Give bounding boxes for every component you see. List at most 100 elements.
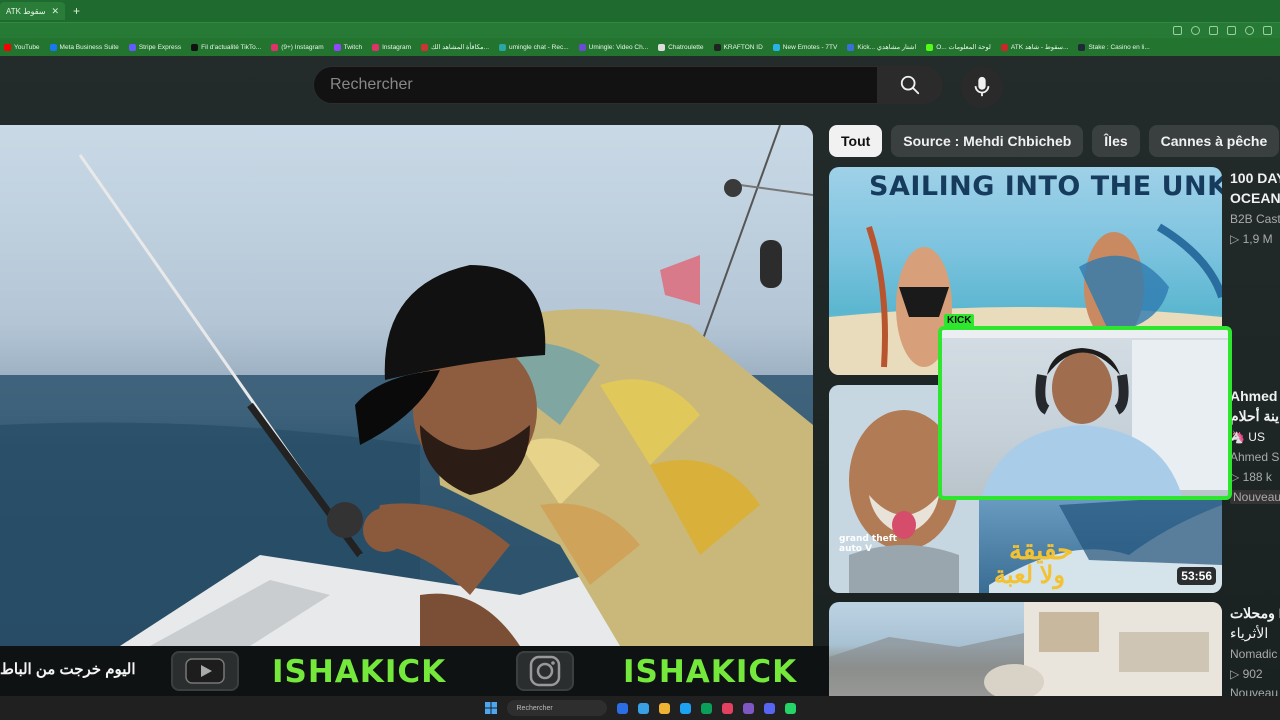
video-player[interactable] bbox=[0, 125, 813, 646]
webcam-scene bbox=[942, 330, 1228, 496]
thumbnail-art bbox=[829, 602, 1222, 696]
bookmark-label: (9+) Instagram bbox=[281, 43, 324, 51]
view-count: ▷ 902 bbox=[1230, 667, 1263, 681]
bookmark-item[interactable]: Fil d'actualité TikTo... bbox=[191, 43, 262, 51]
thumbnail-caption-line2: ولا لعبة bbox=[994, 562, 1065, 589]
voice-search-button[interactable] bbox=[961, 66, 1003, 108]
chip-fishing-rods[interactable]: Cannes à pêche bbox=[1148, 125, 1280, 157]
bookmark-favicon-icon bbox=[128, 43, 136, 51]
bookmark-favicon-icon bbox=[847, 43, 855, 51]
bookmark-label: مكافأة المشاهد الك... bbox=[431, 44, 490, 51]
chip-source[interactable]: Source : Mehdi Chbicheb bbox=[891, 125, 1084, 157]
search-input[interactable]: Rechercher bbox=[313, 66, 878, 104]
youtube-icon bbox=[185, 658, 225, 684]
bookmark-item[interactable]: O... لوحة المعلومات bbox=[926, 43, 991, 51]
bookmark-favicon-icon bbox=[372, 43, 380, 51]
channel-name[interactable]: Nomadic bbox=[1230, 647, 1277, 661]
channel-badge: 🦄 US bbox=[1230, 430, 1265, 444]
channel-name[interactable]: B2B Cast bbox=[1230, 212, 1280, 226]
bookmark-favicon-icon bbox=[658, 43, 666, 51]
bookmark-label: YouTube bbox=[14, 43, 40, 51]
video-title[interactable]: Ahmed bbox=[1230, 388, 1277, 404]
taskbar-app-icon[interactable] bbox=[637, 702, 649, 714]
profile-icon[interactable] bbox=[1245, 26, 1254, 35]
bookmark-favicon-icon bbox=[772, 43, 780, 51]
bookmark-label: Twitch bbox=[343, 43, 363, 51]
bookmark-favicon-icon bbox=[713, 43, 721, 51]
taskbar-app-icon[interactable] bbox=[658, 702, 670, 714]
bookmark-item[interactable]: Meta Business Suite bbox=[49, 43, 119, 51]
bookmark-label: Meta Business Suite bbox=[59, 43, 119, 51]
video-scene bbox=[0, 125, 813, 646]
bookmark-favicon-icon bbox=[271, 43, 279, 51]
gta-logo: grand theft auto V bbox=[839, 534, 897, 554]
instagram-icon bbox=[529, 655, 561, 687]
bookmark-label: O... لوحة المعلومات bbox=[936, 44, 991, 51]
bookmark-favicon-icon bbox=[49, 43, 57, 51]
video-thumbnail[interactable] bbox=[829, 602, 1222, 696]
new-tab-button[interactable]: + bbox=[73, 4, 80, 18]
extension-icon[interactable] bbox=[1173, 26, 1182, 35]
bookmark-item[interactable]: ATK سقوط - شاهد... bbox=[1000, 43, 1068, 51]
zoom-icon[interactable] bbox=[1191, 26, 1200, 35]
bookmark-item[interactable]: Umingle: Video Ch... bbox=[578, 43, 649, 51]
bookmark-item[interactable]: Stake : Casino en li... bbox=[1078, 43, 1150, 51]
taskbar-app-icon[interactable] bbox=[721, 702, 733, 714]
bookmark-item[interactable]: KRAFTON ID bbox=[713, 43, 763, 51]
video-title-line2[interactable]: الأثرياء bbox=[1230, 625, 1268, 642]
menu-icon[interactable] bbox=[1263, 26, 1272, 35]
bookmark-item[interactable]: Chatroulette bbox=[658, 43, 704, 51]
taskbar-app-icon[interactable] bbox=[763, 702, 775, 714]
browser-tab-bar: ATK سقوط ✕ + bbox=[0, 0, 1280, 22]
brand-text-right: ISHAKICK bbox=[623, 654, 798, 690]
close-icon[interactable]: ✕ bbox=[51, 6, 59, 17]
youtube-logo-box bbox=[171, 651, 239, 691]
bookmark-label: Instagram bbox=[382, 43, 411, 51]
bookmark-item[interactable]: (9+) Instagram bbox=[271, 43, 324, 51]
bookmark-label: Stripe Express bbox=[138, 43, 182, 51]
youtube-page: Rechercher اليوم خرجت من الباط ISHAKICK … bbox=[0, 56, 1280, 700]
bookmark-item[interactable]: Instagram bbox=[372, 43, 411, 51]
bookmark-star-icon[interactable] bbox=[1209, 26, 1218, 35]
video-title[interactable]: ومحلات D bbox=[1230, 605, 1280, 622]
new-badge: Nouveau bbox=[1230, 490, 1280, 504]
bookmark-label: New Emotes - 7TV bbox=[782, 43, 838, 51]
bookmark-item[interactable]: Kick... اشتار مشاهدي bbox=[847, 43, 916, 51]
bookmark-label: Umingle: Video Ch... bbox=[588, 43, 649, 51]
bookmark-item[interactable]: Stripe Express bbox=[128, 43, 182, 51]
bookmark-favicon-icon bbox=[1078, 43, 1086, 51]
taskbar-search-input[interactable]: Rechercher bbox=[506, 700, 607, 716]
ticker-text: اليوم خرجت من الباط bbox=[0, 661, 136, 678]
taskbar-app-icon[interactable] bbox=[742, 702, 754, 714]
taskbar-app-icon[interactable] bbox=[700, 702, 712, 714]
windows-start-icon[interactable] bbox=[484, 702, 497, 714]
chip-all[interactable]: Tout bbox=[829, 125, 883, 157]
bookmark-label: KRAFTON ID bbox=[723, 43, 763, 51]
bookmark-favicon-icon bbox=[191, 43, 199, 51]
video-title[interactable]: 100 DAY bbox=[1230, 170, 1280, 186]
puzzle-icon[interactable] bbox=[1227, 26, 1236, 35]
bookmark-item[interactable]: مكافأة المشاهد الك... bbox=[421, 43, 489, 51]
chip-islands[interactable]: Îles bbox=[1092, 125, 1140, 157]
video-title-line2[interactable]: OCEAN bbox=[1230, 190, 1280, 206]
bookmark-favicon-icon bbox=[578, 43, 586, 51]
bookmark-item[interactable]: Twitch bbox=[333, 43, 363, 51]
bookmark-item[interactable]: umingle chat - Rec... bbox=[499, 43, 569, 51]
search-icon bbox=[900, 75, 920, 95]
taskbar-app-icon[interactable] bbox=[616, 702, 628, 714]
bookmark-label: Fil d'actualité TikTo... bbox=[201, 43, 262, 51]
channel-name[interactable]: Ahmed S bbox=[1230, 450, 1279, 464]
bookmark-favicon-icon bbox=[1000, 43, 1008, 51]
browser-tab[interactable]: ATK سقوط ✕ bbox=[0, 2, 66, 20]
video-duration: 53:56 bbox=[1177, 567, 1216, 585]
bookmark-label: Chatroulette bbox=[668, 43, 704, 51]
instagram-logo-box bbox=[516, 651, 574, 691]
taskbar-app-icon[interactable] bbox=[679, 702, 691, 714]
video-title-line2[interactable]: ينة أحلام bbox=[1230, 408, 1279, 425]
view-count: ▷ 188 k bbox=[1230, 470, 1272, 484]
bookmark-item[interactable]: YouTube bbox=[4, 43, 40, 51]
taskbar-app-icon[interactable] bbox=[784, 702, 796, 714]
bookmark-item[interactable]: New Emotes - 7TV bbox=[772, 43, 838, 51]
recommendation-item[interactable]: ومحلات D الأثرياء Nomadic ▷ 902 Nouveau bbox=[829, 602, 1280, 700]
search-button[interactable] bbox=[877, 66, 943, 104]
